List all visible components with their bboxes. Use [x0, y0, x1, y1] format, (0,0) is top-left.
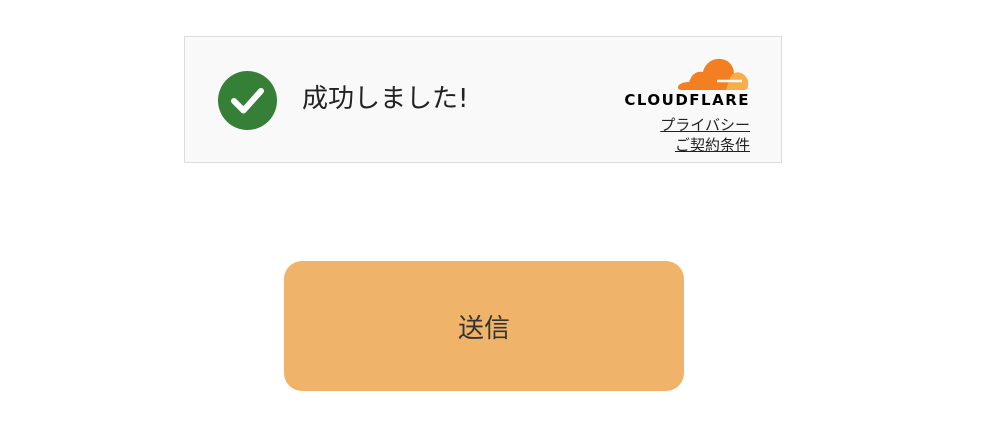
cloudflare-logo[interactable]: CLOUDFLARE — [600, 56, 750, 109]
page: 成功しました! CLOUDFLARE プライバシー ご契約条件 送信 — [0, 0, 1000, 435]
footer-links: プライバシー ご契約条件 — [660, 115, 750, 155]
check-circle-icon — [218, 71, 277, 130]
submit-button[interactable]: 送信 — [284, 261, 684, 391]
cloudflare-wordmark: CLOUDFLARE — [624, 91, 750, 109]
turnstile-widget: 成功しました! CLOUDFLARE プライバシー ご契約条件 — [184, 36, 782, 163]
cloudflare-cloud-icon — [677, 58, 749, 90]
success-message: 成功しました! — [302, 84, 469, 114]
terms-link[interactable]: ご契約条件 — [660, 135, 750, 155]
privacy-link[interactable]: プライバシー — [660, 115, 750, 135]
